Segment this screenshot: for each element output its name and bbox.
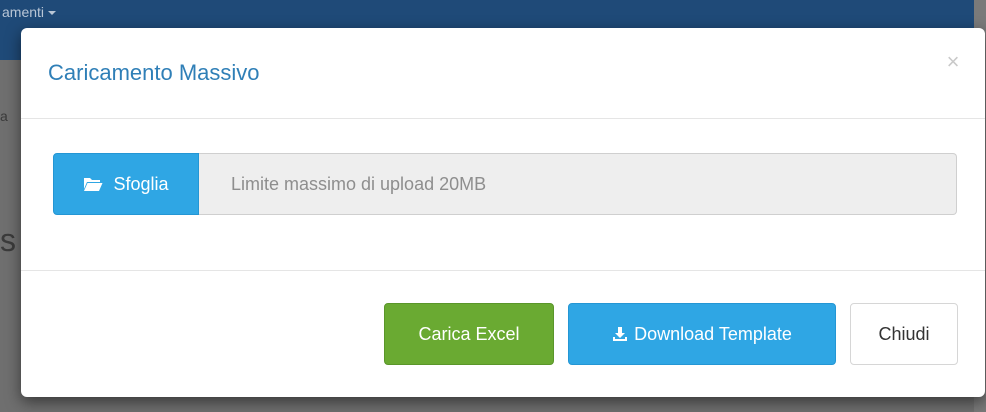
file-input-group: Sfoglia Limite massimo di upload 20MB bbox=[53, 153, 957, 215]
close-button[interactable]: Chiudi bbox=[850, 303, 958, 365]
upload-excel-button[interactable]: Carica Excel bbox=[384, 303, 554, 365]
modal-footer: Carica Excel Download Template Chiudi bbox=[21, 271, 985, 397]
browse-button[interactable]: Sfoglia bbox=[53, 153, 199, 215]
close-icon[interactable]: × bbox=[943, 50, 963, 74]
folder-open-icon bbox=[83, 176, 103, 192]
background-nav-menu: amenti bbox=[2, 4, 57, 20]
background-text-fragment: a bbox=[0, 108, 8, 124]
download-icon bbox=[612, 326, 628, 342]
upload-modal: Caricamento Massivo × Sfoglia Limite mas… bbox=[21, 28, 985, 397]
file-path-placeholder: Limite massimo di upload 20MB bbox=[231, 173, 487, 194]
download-template-button[interactable]: Download Template bbox=[568, 303, 836, 365]
file-path-field[interactable]: Limite massimo di upload 20MB bbox=[199, 153, 957, 215]
modal-header: Caricamento Massivo × bbox=[21, 28, 985, 119]
background-heading-fragment: s bbox=[0, 222, 16, 258]
browse-button-label: Sfoglia bbox=[113, 173, 169, 194]
caret-down-icon bbox=[48, 11, 57, 16]
modal-body: Sfoglia Limite massimo di upload 20MB bbox=[21, 119, 985, 271]
download-template-label: Download Template bbox=[634, 323, 792, 344]
modal-title: Caricamento Massivo bbox=[48, 60, 260, 85]
background-nav-label: amenti bbox=[2, 4, 45, 20]
upload-excel-label: Carica Excel bbox=[418, 323, 520, 344]
close-button-label: Chiudi bbox=[878, 323, 930, 344]
